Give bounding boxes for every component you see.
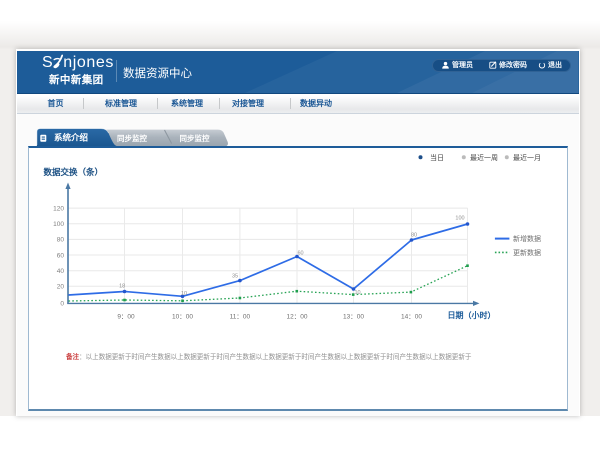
svg-text:40: 40 bbox=[56, 268, 64, 275]
svg-text:同步监控: 同步监控 bbox=[117, 133, 147, 143]
svg-text:新增数据: 新增数据 bbox=[513, 234, 541, 243]
svg-text:最近一周: 最近一周 bbox=[470, 153, 498, 162]
svg-text:100: 100 bbox=[53, 221, 64, 228]
svg-text:当日: 当日 bbox=[430, 153, 444, 162]
svg-text:12：00: 12：00 bbox=[286, 314, 307, 321]
svg-text:最近一月: 最近一月 bbox=[513, 153, 541, 162]
svg-text:100: 100 bbox=[455, 215, 464, 221]
svg-text:10: 10 bbox=[180, 291, 186, 297]
svg-text:14：00: 14：00 bbox=[401, 314, 422, 321]
svg-text:13：00: 13：00 bbox=[343, 314, 364, 321]
svg-text:日期（小时）: 日期（小时） bbox=[447, 310, 495, 320]
svg-text:数据交换（条）: 数据交换（条） bbox=[43, 167, 103, 177]
svg-text:60: 60 bbox=[56, 252, 64, 259]
svg-text:10: 10 bbox=[354, 290, 360, 296]
svg-text:11：00: 11：00 bbox=[229, 314, 250, 321]
svg-text:20: 20 bbox=[56, 284, 64, 291]
svg-text:80: 80 bbox=[56, 237, 64, 244]
svg-text:80: 80 bbox=[410, 232, 416, 238]
svg-text:系统介绍: 系统介绍 bbox=[53, 133, 88, 143]
svg-text:更新数据: 更新数据 bbox=[513, 248, 541, 257]
svg-text:10：00: 10：00 bbox=[172, 314, 193, 321]
svg-text:120: 120 bbox=[53, 205, 64, 212]
svg-text:60: 60 bbox=[297, 250, 303, 256]
svg-text:同步监控: 同步监控 bbox=[179, 133, 209, 143]
svg-text:9：00: 9：00 bbox=[117, 314, 135, 321]
svg-text:18: 18 bbox=[119, 284, 125, 290]
svg-text:35: 35 bbox=[231, 273, 237, 279]
svg-text:0: 0 bbox=[60, 301, 64, 308]
